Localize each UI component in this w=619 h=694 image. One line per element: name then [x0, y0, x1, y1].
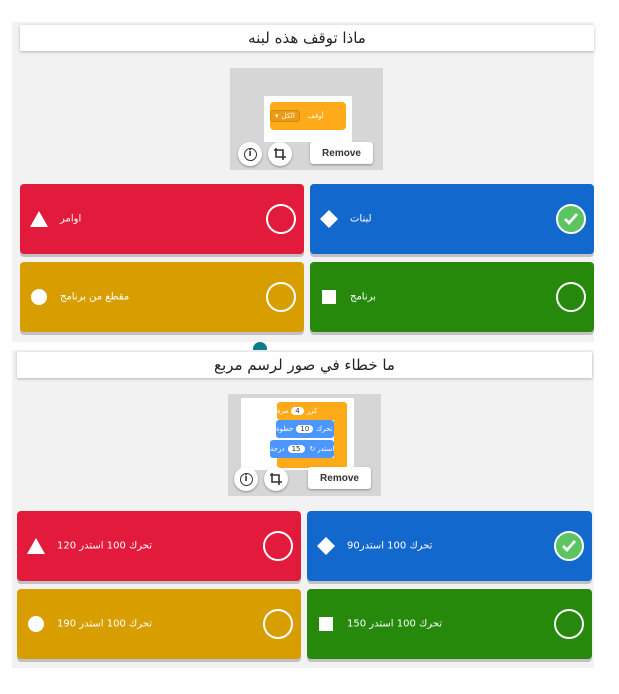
answer-option-circle[interactable]: تحرك 100 استدر 190 — [17, 589, 301, 659]
question-image-2: كرر 4 مرة تحرك 10 خطوة استدر ↻ 15 درجة i… — [228, 394, 381, 496]
remove-button[interactable]: Remove — [310, 142, 373, 164]
move-steps-field: 10 — [296, 425, 314, 433]
answer-option-circle[interactable]: مقطع من برنامج — [20, 262, 304, 332]
question-title-text: ما خطاء في صور لرسم مربع — [214, 356, 395, 374]
correct-answer-check[interactable] — [554, 531, 584, 561]
checkmark-icon — [562, 540, 577, 553]
checkmark-icon — [564, 213, 579, 226]
question-title-text: ماذا توقف هذه لبنه — [248, 29, 366, 47]
answer-select-circle[interactable] — [266, 204, 296, 234]
crop-button[interactable] — [268, 142, 292, 166]
turn-arrow-icon: ↻ — [309, 445, 316, 453]
answer-option-diamond[interactable]: تحرك 100 استدر90 — [307, 511, 592, 581]
triangle-icon — [27, 537, 45, 555]
dropdown-caret-icon: ▾ — [275, 112, 279, 120]
info-button[interactable]: i — [234, 467, 258, 491]
answer-label: لبنات — [350, 213, 372, 225]
circle-icon — [27, 615, 45, 633]
answer-select-circle[interactable] — [556, 282, 586, 312]
answer-select-circle[interactable] — [263, 609, 293, 639]
stop-block: أوقف الكل ▾ — [270, 102, 346, 130]
turn-degrees-field: 15 — [287, 445, 305, 453]
question-title-2[interactable]: ما خطاء في صور لرسم مربع — [17, 352, 592, 378]
answer-label: تحرك 100 استدر 190 — [57, 618, 152, 630]
square-icon — [320, 288, 338, 306]
stop-block-label: أوقف — [307, 112, 324, 120]
circle-icon — [30, 288, 48, 306]
triangle-icon — [30, 210, 48, 228]
answer-label: تحرك 100 استدر 120 — [57, 540, 152, 552]
diamond-icon — [317, 537, 335, 555]
move-block: تحرك 10 خطوة — [276, 420, 334, 438]
answer-label: مقطع من برنامج — [60, 291, 130, 303]
info-icon: i — [239, 472, 253, 486]
answer-label: تحرك 100 استدر 150 — [347, 618, 442, 630]
remove-button[interactable]: Remove — [308, 467, 371, 489]
repeat-count-field: 4 — [291, 407, 304, 415]
answer-option-square[interactable]: تحرك 100 استدر 150 — [307, 589, 592, 659]
crop-icon — [270, 473, 282, 485]
answer-select-circle[interactable] — [554, 609, 584, 639]
answer-select-circle[interactable] — [263, 531, 293, 561]
crop-button[interactable] — [264, 467, 288, 491]
question-title-1[interactable]: ماذا توقف هذه لبنه — [20, 25, 594, 51]
stop-block-dropdown: الكل ▾ — [270, 110, 300, 122]
question-image-1: أوقف الكل ▾ i Remove — [230, 68, 383, 170]
answer-option-diamond[interactable]: لبنات — [310, 184, 594, 254]
diamond-icon — [320, 210, 338, 228]
answer-label: اوامر — [60, 213, 82, 225]
answer-select-circle[interactable] — [266, 282, 296, 312]
square-icon — [317, 615, 335, 633]
info-button[interactable]: i — [238, 142, 262, 166]
answer-option-triangle[interactable]: اوامر — [20, 184, 304, 254]
turn-block: استدر ↻ 15 درجة — [270, 440, 334, 458]
crop-icon — [274, 148, 286, 160]
correct-answer-check[interactable] — [556, 204, 586, 234]
answer-label: تحرك 100 استدر90 — [347, 540, 433, 552]
answer-option-triangle[interactable]: تحرك 100 استدر 120 — [17, 511, 301, 581]
answer-option-square[interactable]: برنامج — [310, 262, 594, 332]
answer-label: برنامج — [350, 291, 376, 303]
info-icon: i — [243, 147, 257, 161]
